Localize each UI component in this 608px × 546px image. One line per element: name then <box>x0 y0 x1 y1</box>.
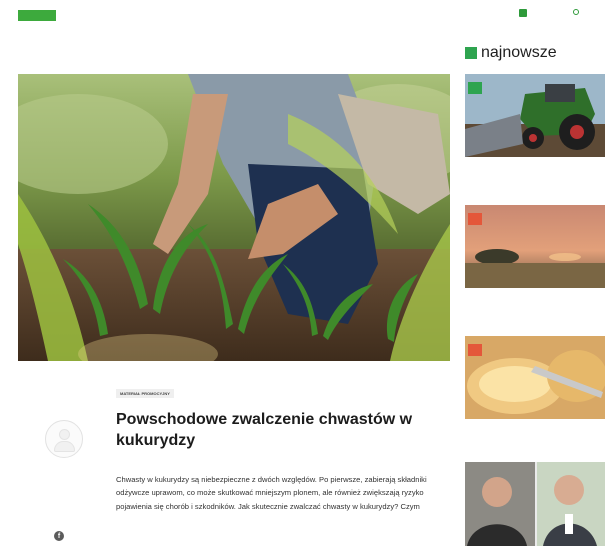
avatar-body-shape <box>54 441 75 452</box>
category-flag-icon <box>468 213 482 225</box>
news-card[interactable] <box>465 336 605 439</box>
hero-image <box>18 74 450 361</box>
news-thumbnail[interactable] <box>465 336 605 419</box>
news-card[interactable] <box>465 74 605 177</box>
user-icon <box>519 9 527 17</box>
category-flag-icon <box>468 82 482 94</box>
sidebar-title-text: najnowsze <box>481 44 557 61</box>
search-icon <box>573 9 579 15</box>
search-button[interactable] <box>573 9 581 15</box>
login-button[interactable] <box>519 9 530 17</box>
facebook-icon[interactable]: f <box>54 531 64 541</box>
promo-badge: MATERIAŁ PROMOCYJNY <box>116 389 174 398</box>
sidebar-title: najnowsze <box>465 44 557 62</box>
news-card-photo[interactable] <box>465 462 605 546</box>
news-card[interactable] <box>465 205 605 308</box>
news-thumbnail[interactable] <box>465 205 605 288</box>
news-thumbnail[interactable] <box>465 74 605 157</box>
avatar-head-shape <box>59 429 70 440</box>
article-title: Powschodowe zwalczenie chwastów w kukury… <box>116 411 413 449</box>
site-logo[interactable] <box>18 10 56 21</box>
nav-menu <box>64 11 141 12</box>
top-navigation <box>0 0 608 30</box>
author-avatar[interactable] <box>45 420 83 458</box>
article-lead: Chwasty w kukurydzy są niebezpieczne z d… <box>116 475 427 511</box>
square-icon <box>465 47 477 59</box>
category-flag-icon <box>468 344 482 356</box>
